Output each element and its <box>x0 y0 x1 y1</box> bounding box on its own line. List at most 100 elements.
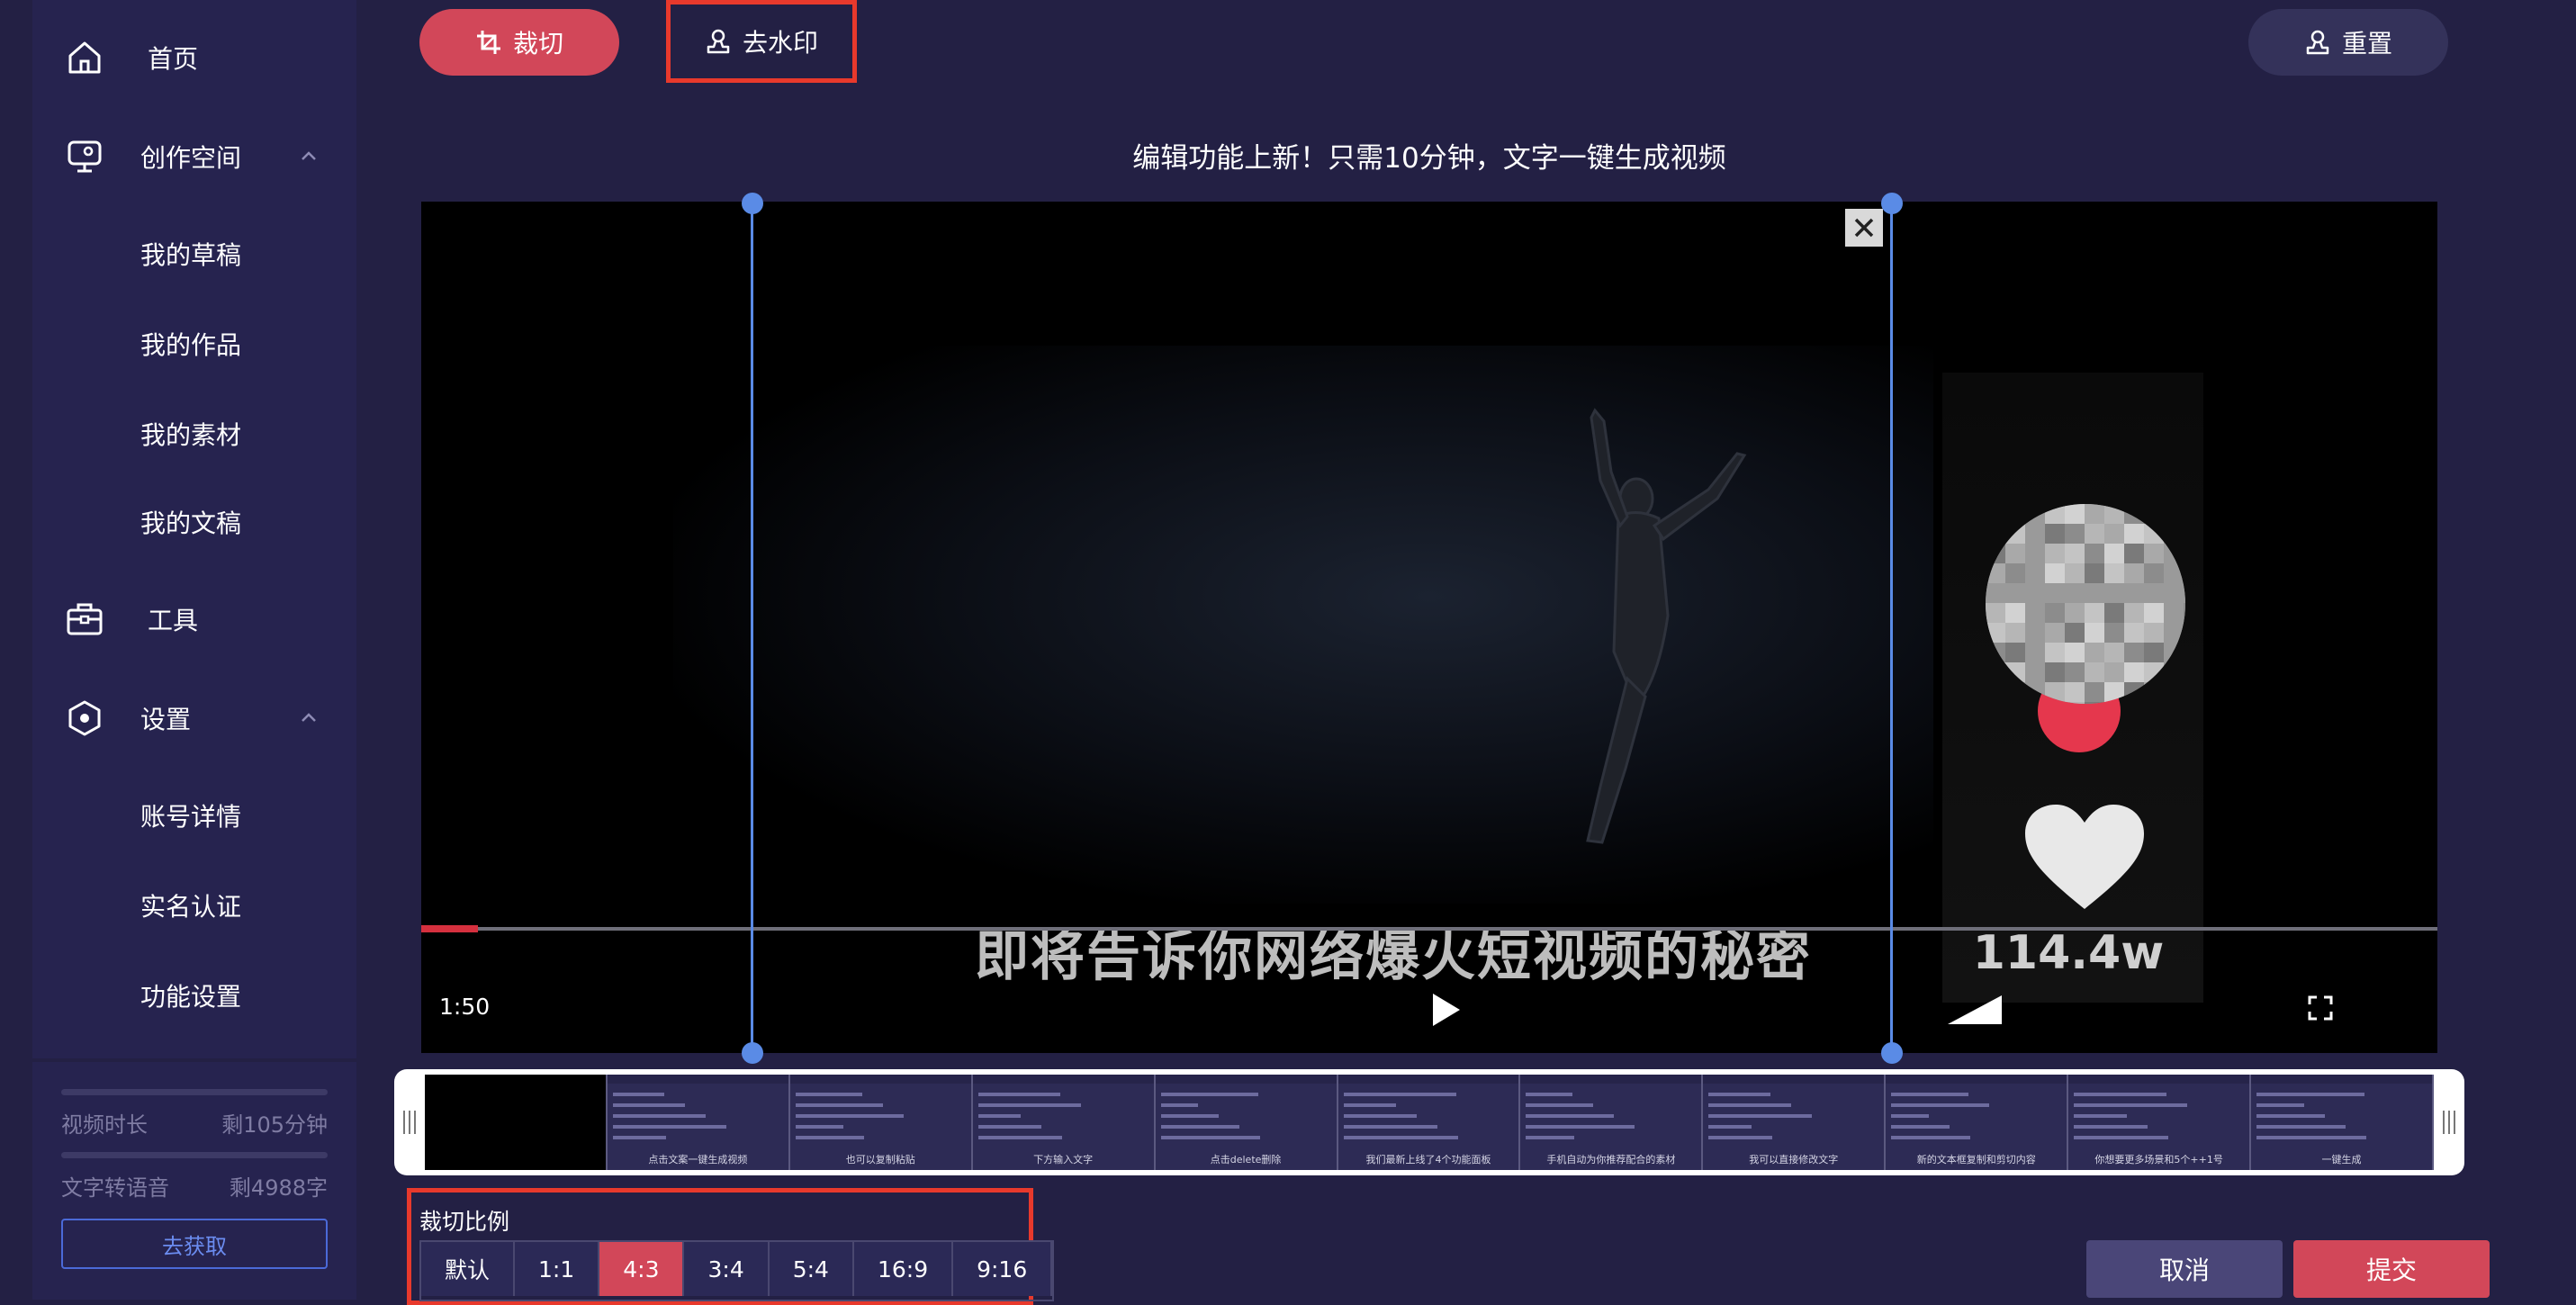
sidebar-item-label: 实名认证 <box>140 892 242 922</box>
frame-header <box>972 1075 1154 1084</box>
heart-icon <box>2025 805 2144 909</box>
ratio-option[interactable]: 16:9 <box>853 1242 954 1296</box>
sidebar-item-works[interactable]: 我的作品 <box>32 308 356 380</box>
mosaic-tile <box>2065 682 2085 702</box>
sidebar-item-verify[interactable]: 实名认证 <box>32 869 356 941</box>
crop-handle-bottom-left[interactable] <box>742 1042 763 1064</box>
frame-line <box>1343 1103 1396 1107</box>
crop-guide-right[interactable] <box>1890 202 1893 1053</box>
toolbox-icon <box>67 603 103 635</box>
mosaic-tile <box>2045 623 2065 643</box>
frame-line <box>1891 1093 1969 1096</box>
reset-button[interactable]: 重置 <box>2248 9 2448 76</box>
ratio-option[interactable]: 4:3 <box>599 1242 685 1296</box>
mosaic-tile <box>2144 583 2164 603</box>
mosaic-tile <box>2065 504 2085 524</box>
mosaic-tile <box>2045 563 2065 583</box>
sidebar-item-label: 功能设置 <box>140 982 242 1012</box>
close-watermark-box-button[interactable] <box>1845 209 1883 247</box>
video-preview[interactable]: 114.4w 即将告诉你网络爆火短视频的秘密 1:50 <box>421 202 2437 1053</box>
frame-caption: 我可以直接修改文字 <box>1749 1154 1839 1166</box>
frame-line <box>612 1114 706 1118</box>
video-progress-track[interactable] <box>421 927 2437 931</box>
crop-guide-left[interactable] <box>751 202 753 1053</box>
sidebar-item-label: 首页 <box>148 44 199 74</box>
frame-line <box>1526 1114 1615 1118</box>
mosaic-tile <box>2085 623 2104 643</box>
ratio-option[interactable]: 默认 <box>421 1242 516 1296</box>
mosaic-tile <box>1986 603 2005 623</box>
frame-line <box>612 1103 685 1107</box>
frame-line <box>612 1136 666 1139</box>
fullscreen-icon[interactable] <box>2308 995 2333 1021</box>
frame-line <box>2074 1093 2167 1096</box>
frame-line <box>1343 1136 1458 1139</box>
mosaic-tile <box>2005 603 2025 623</box>
frame-line <box>1891 1114 1930 1118</box>
frame-line <box>1708 1125 1752 1129</box>
timeline-left-handle-icon[interactable] <box>401 1109 418 1136</box>
ratio-option[interactable]: 3:4 <box>684 1242 770 1296</box>
mosaic-tile <box>2045 544 2065 563</box>
mosaic-tile <box>1986 583 2005 603</box>
cancel-button[interactable]: 取消 <box>2086 1240 2283 1298</box>
sidebar-item-home[interactable]: 首页 <box>32 22 356 94</box>
crop-handle-top-left[interactable] <box>742 193 763 214</box>
mosaic-tile <box>2124 643 2144 662</box>
frame-line <box>1891 1103 1990 1107</box>
mosaic-tile <box>2025 643 2045 662</box>
tts-quota-label: 文字转语音 <box>61 1175 169 1201</box>
sidebar-item-materials[interactable]: 我的素材 <box>32 398 356 470</box>
frame-caption: 一键生成 <box>2321 1154 2362 1166</box>
play-icon[interactable] <box>1429 992 1462 1028</box>
timeline-frame: 点击delete删除 <box>1155 1075 1338 1170</box>
video-quota-value: 剩105分钟 <box>221 1112 328 1138</box>
frame-line <box>1708 1093 1771 1096</box>
frame-line <box>2074 1103 2188 1107</box>
mosaic-tile <box>2164 583 2184 603</box>
crop-handle-top-right[interactable] <box>1881 193 1903 214</box>
ratio-option[interactable]: 5:4 <box>769 1242 854 1296</box>
submit-button[interactable]: 提交 <box>2293 1240 2490 1298</box>
crop-ratio-options: 默认 1:1 4:3 3:4 5:4 16:9 9:16 <box>419 1240 1055 1301</box>
sidebar-item-settings[interactable]: 设置 <box>32 682 356 754</box>
sidebar-item-label: 我的文稿 <box>140 508 242 538</box>
frame-line <box>2256 1125 2346 1129</box>
sidebar-item-tools[interactable]: 工具 <box>32 583 356 655</box>
chevron-up-icon[interactable] <box>299 146 319 166</box>
mosaic-tile <box>2144 544 2164 563</box>
sidebar-item-account[interactable]: 账号详情 <box>32 779 356 851</box>
mosaic-tile <box>2025 524 2045 544</box>
sidebar-item-workspace[interactable]: 创作空间 <box>32 121 356 193</box>
frame-line <box>612 1125 726 1129</box>
crop-button[interactable]: 裁切 <box>419 9 619 76</box>
ratio-option[interactable]: 1:1 <box>515 1242 600 1296</box>
mosaic-tile <box>2045 643 2065 662</box>
sidebar-item-manuscripts[interactable]: 我的文稿 <box>32 486 356 558</box>
frame-line <box>795 1114 904 1118</box>
frame-line <box>1708 1114 1813 1118</box>
sidebar-item-feature-settings[interactable]: 功能设置 <box>32 959 356 1031</box>
sidebar-item-label: 我的素材 <box>140 420 242 450</box>
video-timeline[interactable]: 点击文案一键生成视频 也可以复制粘贴 下方输入文字 点击delete删除 我们最新上线了… <box>394 1069 2464 1175</box>
remove-watermark-button[interactable]: 去水印 <box>666 0 857 83</box>
ratio-option[interactable]: 9:16 <box>953 1242 1053 1296</box>
frame-line <box>1160 1114 1219 1118</box>
video-quota-label: 视频时长 <box>61 1112 148 1138</box>
get-quota-button[interactable]: 去获取 <box>61 1219 328 1269</box>
sidebar-item-label: 我的作品 <box>140 330 242 360</box>
timeline-frame: 下方输入文字 <box>972 1075 1156 1170</box>
home-icon <box>68 41 101 74</box>
frame-header <box>1520 1075 1702 1084</box>
timeline-right-handle-icon[interactable] <box>2441 1109 2457 1136</box>
sidebar-item-drafts[interactable]: 我的草稿 <box>32 218 356 290</box>
frame-line <box>1160 1125 1239 1129</box>
mosaic-tile <box>2085 603 2104 623</box>
mosaic-tile <box>2065 524 2085 544</box>
like-count: 114.4w <box>1972 926 2165 980</box>
volume-icon[interactable] <box>1946 994 2004 1026</box>
crop-handle-bottom-right[interactable] <box>1881 1042 1903 1064</box>
settings-icon <box>68 700 101 736</box>
remove-watermark-label: 去水印 <box>742 28 818 58</box>
chevron-up-icon[interactable] <box>299 707 319 727</box>
